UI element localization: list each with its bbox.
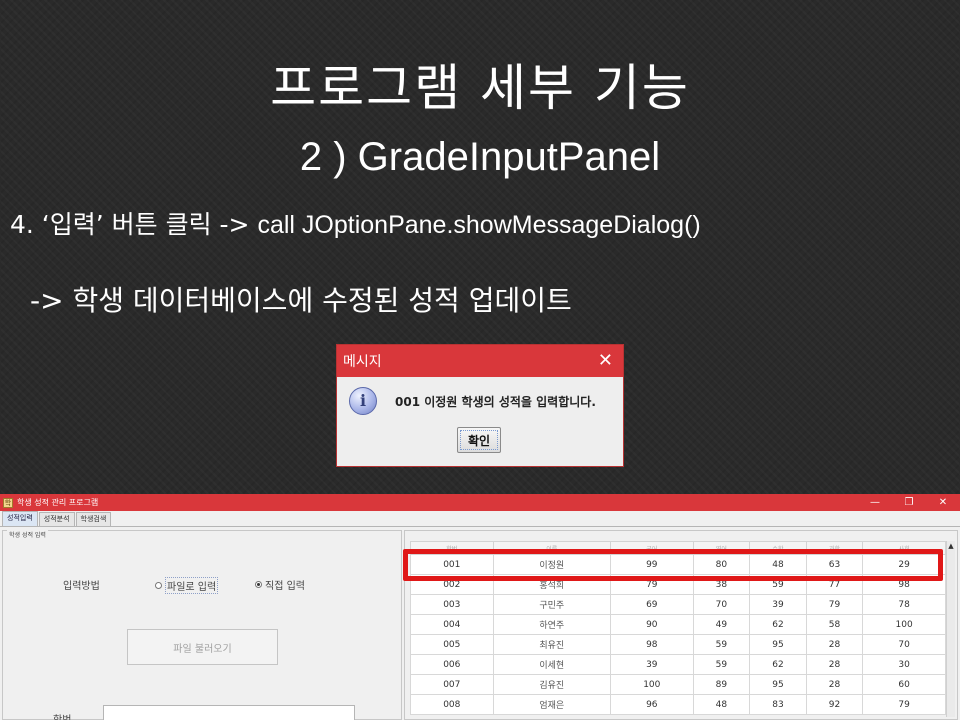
score-cell[interactable]: 28 — [805, 674, 864, 695]
student-no-input[interactable] — [103, 705, 355, 720]
score-cell[interactable]: 59 — [692, 634, 751, 655]
ok-button[interactable]: 확인 — [457, 427, 501, 453]
score-cell[interactable]: 98 — [610, 634, 694, 655]
slide-subtitle: 2 ) GradeInputPanel — [299, 135, 661, 179]
score-cell[interactable]: 100 — [862, 614, 946, 635]
score-cell[interactable]: 79 — [805, 594, 864, 615]
student-id-cell[interactable]: 006 — [410, 654, 494, 675]
student-name-cell[interactable]: 최유진 — [492, 634, 612, 655]
radio-direct-input[interactable]: 직접 입력 — [255, 577, 305, 592]
score-cell[interactable]: 70 — [862, 634, 946, 655]
score-cell[interactable]: 60 — [862, 674, 946, 695]
table-row[interactable]: 007 김유진 100 89 95 28 60 — [410, 674, 946, 695]
input-method-label: 입력방법 — [63, 581, 100, 592]
dialog-body: i 001 이정원 학생의 성적을 입력합니다. 확인 — [337, 377, 623, 466]
dialog-title: 메시지 — [343, 354, 382, 370]
score-cell[interactable]: 79 — [862, 694, 946, 715]
tab-grade-analysis[interactable]: 성적분석 — [38, 512, 75, 526]
app-title: 학생 성적 관리 프로그램 — [17, 498, 99, 507]
dialog-message: 001 이정원 학생의 성적을 입력합니다. — [395, 395, 596, 409]
scroll-up-icon[interactable]: ▲ — [947, 541, 955, 551]
step-description: 4. ‘입력’ 버튼 클릭 -> call JOptionPane.showMe… — [10, 207, 701, 243]
student-name-cell[interactable]: 하연주 — [492, 614, 612, 635]
radio-dot — [155, 582, 162, 589]
score-cell[interactable]: 49 — [692, 614, 751, 635]
tab-student-search[interactable]: 학생검색 — [75, 512, 112, 526]
score-cell[interactable]: 39 — [610, 654, 694, 675]
student-id-cell[interactable]: 005 — [410, 634, 494, 655]
student-no-label: 학번 — [53, 711, 71, 720]
app-window: 학 학생 성적 관리 프로그램 — ❐ ✕ 성적입력 성적분석 학생검색 학생 … — [0, 494, 960, 720]
radio-dot-selected — [255, 581, 262, 588]
app-titlebar: 학 학생 성적 관리 프로그램 — ❐ ✕ — [0, 494, 960, 511]
score-cell[interactable]: 78 — [862, 594, 946, 615]
close-icon[interactable]: ✕ — [598, 352, 613, 370]
student-name-cell[interactable]: 이세현 — [492, 654, 612, 675]
radio-file-input[interactable]: 파일로 입력 — [155, 577, 219, 594]
step-code: call JOptionPane.showMessageDialog() — [257, 211, 701, 239]
student-name-cell[interactable]: 엄재은 — [492, 694, 612, 715]
student-id-cell[interactable]: 007 — [410, 674, 494, 695]
score-cell[interactable]: 95 — [749, 634, 807, 655]
grade-input-panel: 학생 성적 입력 입력방법 파일로 입력 직접 입력 파일 불러오기 학번 — [2, 530, 402, 720]
step-prefix: 4. ‘입력’ 버튼 클릭 -> — [10, 210, 258, 239]
score-cell[interactable]: 95 — [749, 674, 807, 695]
table-row[interactable]: 006 이세현 39 59 62 28 30 — [410, 654, 946, 675]
load-file-button[interactable]: 파일 불러오기 — [127, 629, 278, 665]
table-row[interactable]: 004 하연주 90 49 62 58 100 — [410, 614, 946, 635]
score-cell[interactable]: 28 — [805, 654, 864, 675]
score-cell[interactable]: 62 — [749, 654, 807, 675]
score-cell[interactable]: 62 — [749, 614, 807, 635]
maximize-icon[interactable]: ❐ — [892, 494, 926, 511]
student-name-cell[interactable]: 구민주 — [492, 594, 612, 615]
dialog-titlebar: 메시지 ✕ — [337, 345, 623, 377]
tab-grade-input[interactable]: 성적입력 — [2, 511, 38, 526]
score-cell[interactable]: 92 — [805, 694, 864, 715]
student-name-cell[interactable]: 김유진 — [492, 674, 612, 695]
table-row[interactable]: 003 구민주 69 70 39 79 78 — [410, 594, 946, 615]
score-cell[interactable]: 39 — [749, 594, 807, 615]
table-row[interactable]: 008 엄재은 96 48 83 92 79 — [410, 694, 946, 715]
info-icon: i — [349, 387, 377, 415]
score-cell[interactable]: 48 — [692, 694, 751, 715]
score-cell[interactable]: 100 — [610, 674, 694, 695]
tab-bar: 성적입력 성적분석 학생검색 — [0, 511, 960, 527]
score-cell[interactable]: 28 — [805, 634, 864, 655]
close-icon[interactable]: ✕ — [926, 494, 960, 511]
score-cell[interactable]: 83 — [749, 694, 807, 715]
score-cell[interactable]: 69 — [610, 594, 694, 615]
table-scrollbar[interactable]: ▲ — [946, 541, 955, 717]
slide-title: 프로그램 세부 기능 — [270, 59, 690, 117]
score-cell[interactable]: 90 — [610, 614, 694, 635]
radio-direct-label: 직접 입력 — [265, 581, 305, 592]
message-dialog: 메시지 ✕ i 001 이정원 학생의 성적을 입력합니다. 확인 — [336, 344, 624, 467]
score-cell[interactable]: 96 — [610, 694, 694, 715]
minimize-icon[interactable]: — — [858, 494, 892, 511]
highlight-box — [403, 549, 943, 581]
score-cell[interactable]: 89 — [692, 674, 751, 695]
student-id-cell[interactable]: 008 — [410, 694, 494, 715]
score-cell[interactable]: 58 — [805, 614, 864, 635]
app-icon: 학 — [3, 497, 13, 508]
score-cell[interactable]: 70 — [692, 594, 751, 615]
radio-file-label: 파일로 입력 — [165, 577, 219, 594]
score-cell[interactable]: 59 — [692, 654, 751, 675]
score-cell[interactable]: 30 — [862, 654, 946, 675]
student-id-cell[interactable]: 003 — [410, 594, 494, 615]
result-description: -> 학생 데이터베이스에 수정된 성적 업데이트 — [30, 284, 572, 317]
panel-legend: 학생 성적 입력 — [7, 530, 48, 539]
student-id-cell[interactable]: 004 — [410, 614, 494, 635]
table-row[interactable]: 005 최유진 98 59 95 28 70 — [410, 634, 946, 655]
